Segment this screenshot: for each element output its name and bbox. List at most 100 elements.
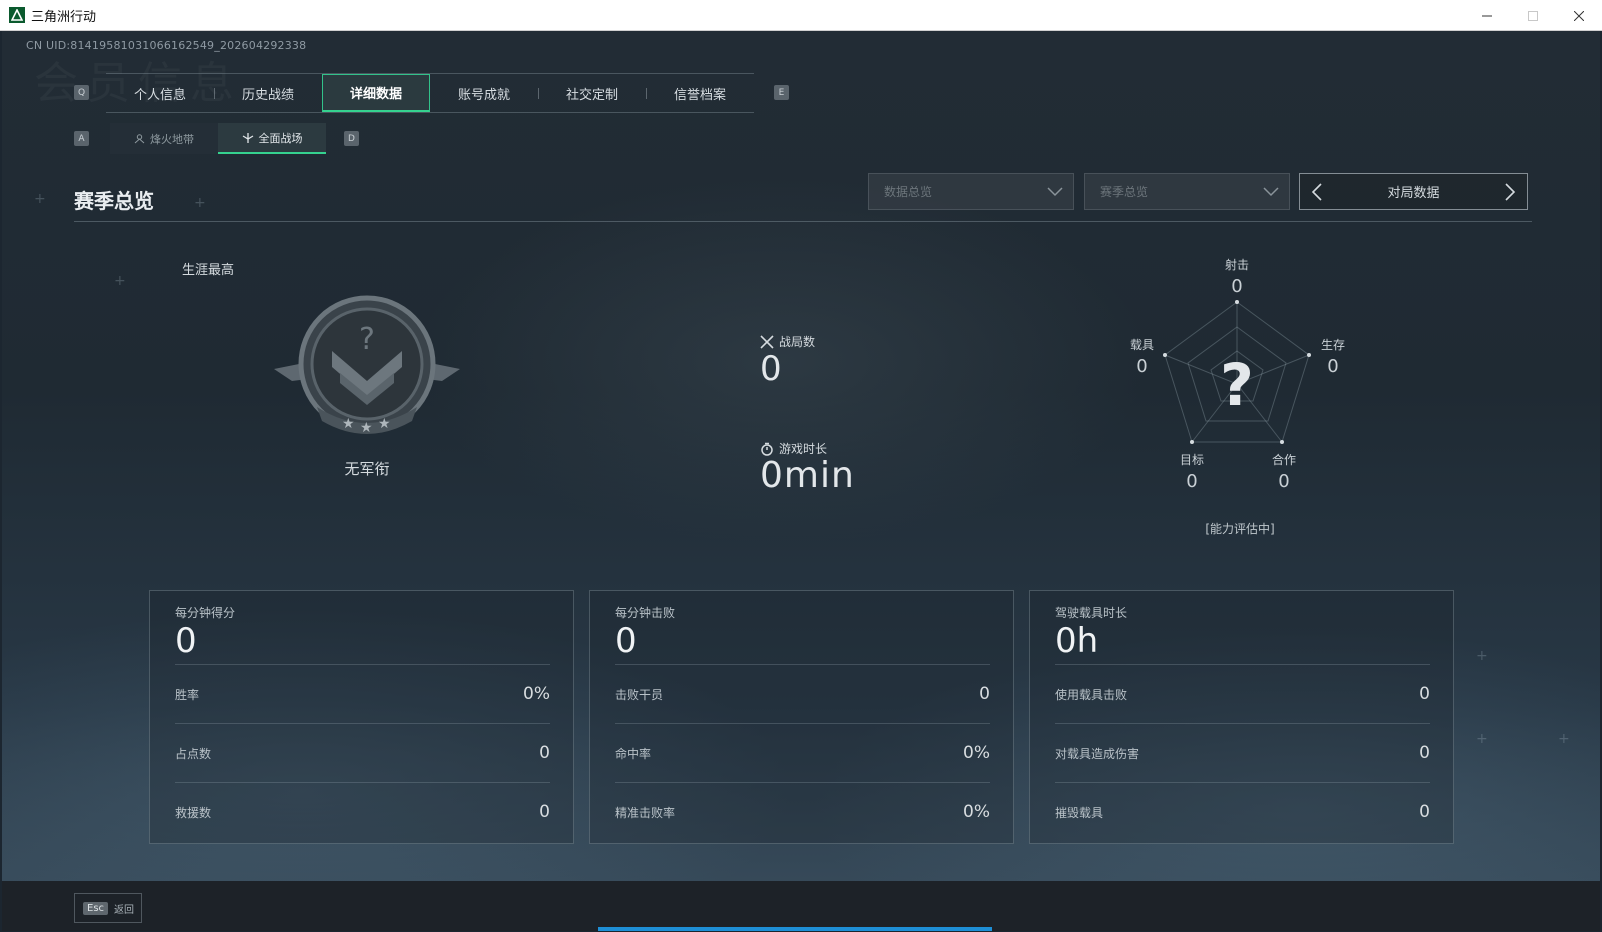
tab-credit-record[interactable]: 信誉档案: [646, 74, 754, 112]
row-value: 0: [1419, 743, 1430, 763]
row-value: 0%: [523, 684, 550, 704]
minimize-icon[interactable]: [1464, 0, 1510, 31]
chevron-right-icon[interactable]: [1499, 181, 1519, 203]
row-label: 胜率: [175, 687, 200, 702]
svg-text:★: ★: [342, 416, 355, 432]
esc-key-hint: Esc: [83, 901, 109, 915]
mode-subtabs: 烽火地带 全面战场: [110, 123, 326, 154]
crosshair-deco: +: [1476, 648, 1488, 664]
card-row: 击败干员 0: [615, 664, 990, 723]
radar-label-objective: 目标: [1179, 453, 1204, 467]
rank-unknown-mark: ?: [359, 322, 375, 357]
row-value: 0: [979, 684, 990, 704]
score-card: 每分钟得分 0 胜率 0% 占点数 0 救援数 0: [149, 590, 574, 844]
card-value: 0: [615, 621, 637, 661]
card-row: 占点数 0: [175, 723, 550, 782]
radar-label-shooting: 射击: [1224, 258, 1249, 272]
crosshair-deco: +: [114, 273, 126, 289]
tab-personal-info[interactable]: 个人信息: [106, 74, 214, 112]
tab-social[interactable]: 社交定制: [538, 74, 646, 112]
row-label: 救援数: [175, 805, 212, 820]
radar-label-vehicle: 载具: [1129, 338, 1154, 352]
row-value: 0%: [963, 743, 990, 763]
maximize-icon[interactable]: [1510, 0, 1556, 31]
game-viewport: 会员信息 CN UID:8141958103106616254​9_202604…: [2, 31, 1600, 931]
row-label: 命中率: [615, 746, 652, 761]
row-label: 使用载具击败: [1055, 687, 1128, 702]
ability-evaluating-note: [能力评估中]: [1205, 522, 1275, 536]
rank-name: 无军衔: [344, 460, 390, 478]
keyhint-prev-subtab[interactable]: A: [74, 131, 89, 146]
row-value: 0: [539, 802, 550, 822]
row-label: 摧毁载具: [1055, 805, 1104, 820]
keyhint-next-subtab[interactable]: D: [344, 131, 359, 146]
main-tabs: 个人信息 历史战绩 详细数据 账号成就 社交定制 信誉档案: [106, 73, 754, 113]
matches-value: 0: [760, 349, 782, 389]
chevron-left-icon[interactable]: [1308, 181, 1328, 203]
tab-achievements[interactable]: 账号成就: [430, 74, 538, 112]
warfare-icon: [242, 132, 253, 143]
loading-progress-bar: [598, 927, 992, 931]
uid-text: CN UID:8141958103106616254​9_20260429233…: [26, 39, 307, 52]
row-value: 0%: [963, 802, 990, 822]
stopwatch-icon: [761, 442, 773, 456]
card-title: 每分钟得分: [175, 606, 236, 620]
chevron-down-icon: [1263, 187, 1279, 197]
card-row: 精准击败率 0%: [615, 782, 990, 841]
matches-label-text: 战局数: [779, 335, 816, 349]
ability-radar: ?: [1163, 300, 1311, 444]
row-label: 对载具造成伤害: [1055, 746, 1140, 761]
close-icon[interactable]: [1556, 0, 1602, 31]
svg-text:★: ★: [378, 416, 391, 432]
card-row: 胜率 0%: [175, 664, 550, 723]
crosshair-deco: +: [34, 191, 46, 207]
card-title: 驾驶载具时长: [1055, 606, 1128, 620]
rank-emblem: ? ★ ★ ★: [272, 289, 462, 443]
radar-value-shooting: 0: [1231, 276, 1243, 297]
row-value: 0: [1419, 802, 1430, 822]
hazard-zone-icon: [134, 134, 145, 144]
svg-text:★: ★: [360, 420, 373, 436]
crosshair-deco: +: [1476, 731, 1488, 747]
tab-history[interactable]: 历史战绩: [214, 74, 322, 112]
radar-label-survival: 生存: [1320, 338, 1345, 352]
back-label: 返回: [114, 904, 135, 916]
subtab-warfare[interactable]: 全面战场: [218, 123, 326, 154]
match-data-pager: 对局数据: [1299, 173, 1528, 210]
radar-value-vehicle: 0: [1136, 356, 1148, 377]
season-overview-dropdown[interactable]: 赛季总览: [1084, 173, 1290, 210]
row-label: 精准击败率: [615, 805, 676, 820]
kills-card: 每分钟击败 0 击败干员 0 命中率 0% 精准击败率 0%: [589, 590, 1014, 844]
keyhint-next-tab[interactable]: E: [774, 85, 789, 100]
data-overview-dropdown[interactable]: 数据总览: [868, 173, 1074, 210]
card-row: 使用载具击败 0: [1055, 664, 1430, 723]
crosshair-deco: +: [1558, 731, 1570, 747]
radar-value-objective: 0: [1186, 471, 1198, 492]
card-title: 每分钟击败: [615, 606, 676, 620]
dropdown-value: 数据总览: [884, 185, 933, 199]
card-row: 救援数 0: [175, 782, 550, 841]
back-button[interactable]: Esc 返回: [74, 893, 142, 923]
card-row: 对载具造成伤害 0: [1055, 723, 1430, 782]
chevron-down-icon: [1047, 187, 1063, 197]
radar-value-cooperation: 0: [1278, 471, 1290, 492]
app-logo-icon: [9, 7, 25, 23]
section-title: 赛季总览: [74, 189, 154, 213]
row-value: 0: [1419, 684, 1430, 704]
section-divider: [74, 221, 1532, 222]
subtab-label: 全面战场: [258, 131, 303, 145]
subtab-hazard-zone[interactable]: 烽火地带: [110, 123, 218, 154]
pager-label: 对局数据: [1387, 186, 1440, 201]
row-value: 0: [539, 743, 550, 763]
matches-label: 战局数: [760, 333, 815, 350]
career-highest-label: 生涯最高: [182, 263, 235, 278]
row-label: 占点数: [175, 746, 212, 761]
card-row: 命中率 0%: [615, 723, 990, 782]
subtab-label: 烽火地带: [150, 132, 194, 146]
card-row: 摧毁载具 0: [1055, 782, 1430, 841]
radar-value-survival: 0: [1327, 356, 1339, 377]
keyhint-prev-tab[interactable]: Q: [74, 85, 89, 100]
tab-detailed-data[interactable]: 详细数据: [322, 74, 430, 112]
window-titlebar: 三角洲行动: [0, 0, 1602, 31]
card-value: 0h: [1055, 621, 1099, 661]
